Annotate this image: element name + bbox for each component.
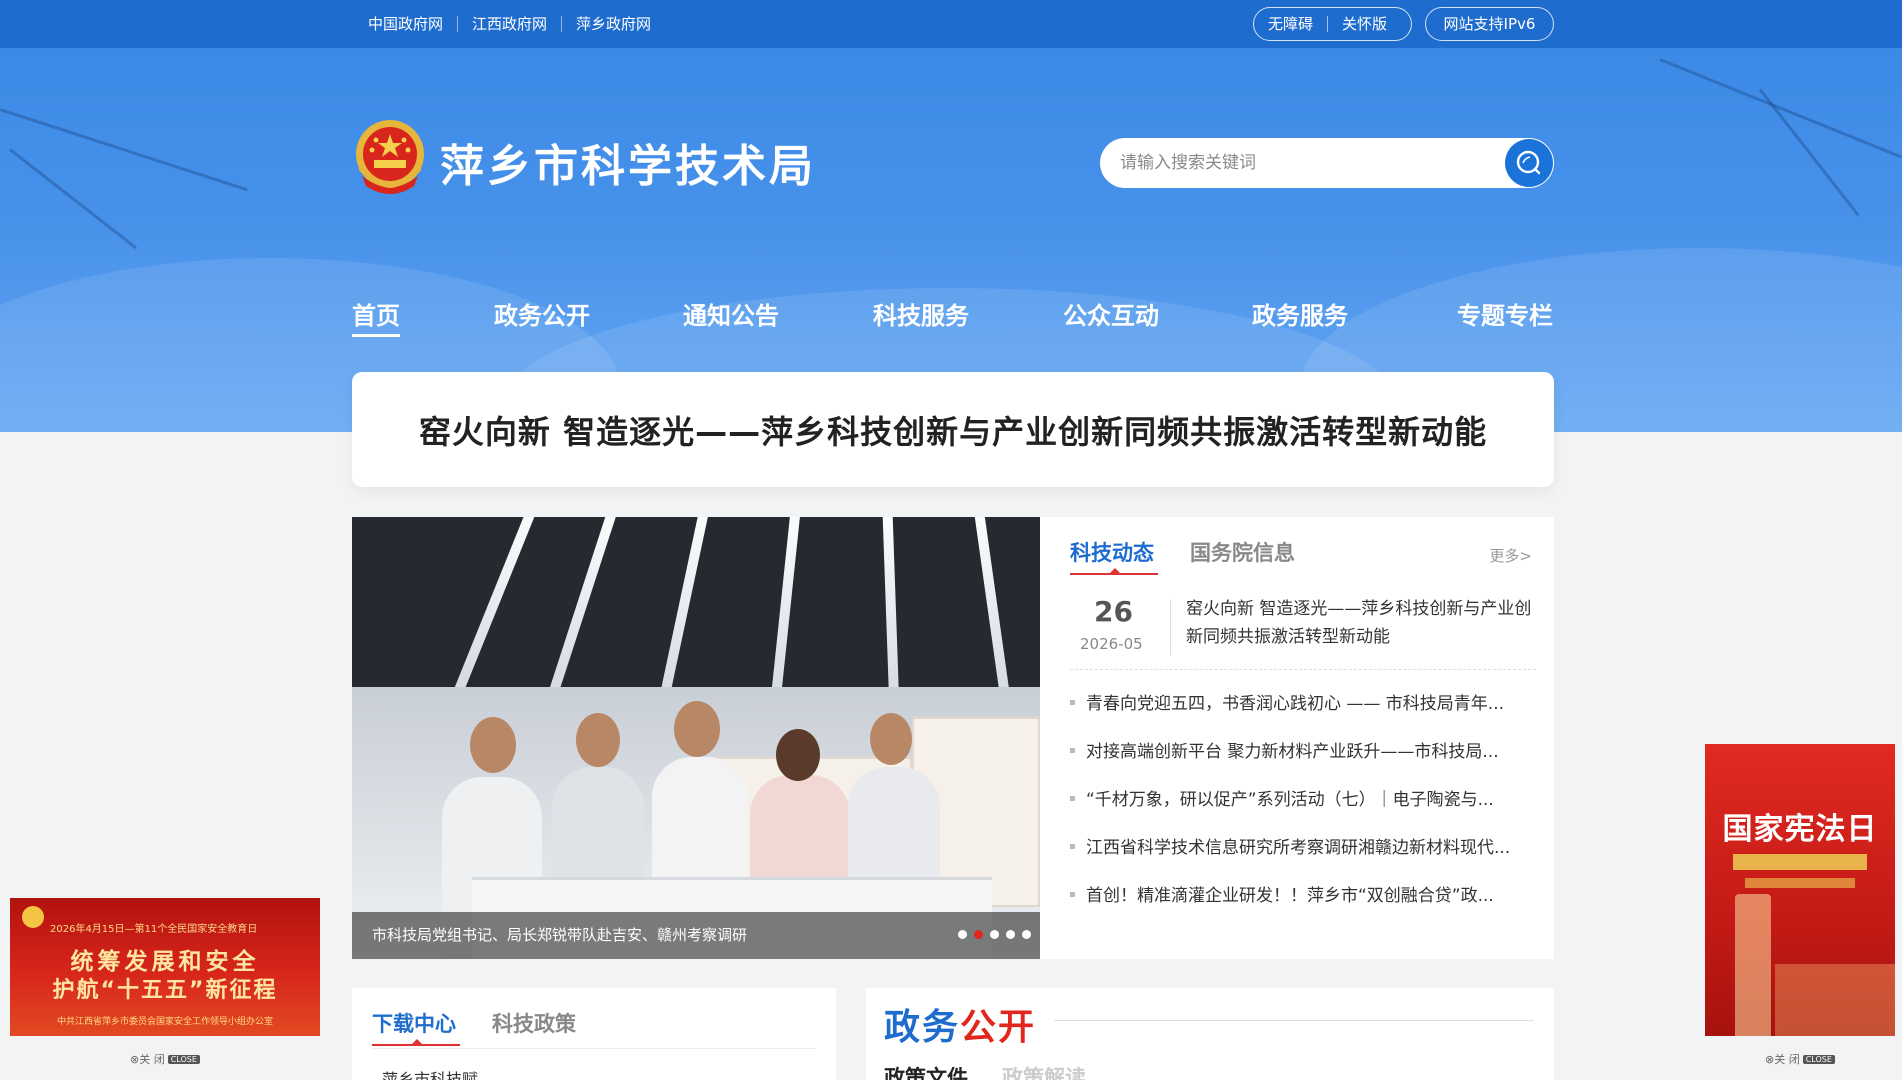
nav-notices[interactable]: 通知公告 <box>683 296 779 331</box>
news-list: 青春向党迎五四，书香润心践初心 —— 市科技局青年... 对接高端创新平台 聚力… <box>1070 689 1536 929</box>
list-item[interactable]: 青春向党迎五四，书香润心践初心 —— 市科技局青年... <box>1070 689 1536 737</box>
site-title[interactable]: 萍乡市科学技术局 <box>440 130 816 194</box>
photo-person-head <box>576 713 620 767</box>
photo-person-head <box>470 717 516 773</box>
slider-dots <box>958 930 1031 939</box>
top-news-item[interactable]: 26 2026-05 窑火向新 智造逐光——萍乡科技创新与产业创新同频共振激活转… <box>1070 595 1536 670</box>
headline-banner[interactable]: 窑火向新 智造逐光——萍乡科技创新与产业创新同频共振激活转型新动能 <box>352 372 1554 487</box>
link-pingxiang-gov[interactable]: 萍乡政府网 <box>561 16 665 32</box>
list-item[interactable]: 江西省科学技术信息研究所考察调研湘赣边新材料现代... <box>1070 833 1536 881</box>
slider-dot[interactable] <box>958 930 967 939</box>
right-ad-close-button[interactable]: ⊗关 闭 CLOSE <box>1765 1051 1835 1067</box>
divider <box>372 1048 816 1049</box>
pine-branch-decoration <box>1758 88 1860 217</box>
tab-tech-policy[interactable]: 科技政策 <box>492 1008 576 1038</box>
main-nav: 首页 政务公开 通知公告 科技服务 公众互动 政务服务 专题专栏 <box>352 296 1554 338</box>
ad-right-banner-strip <box>1745 878 1855 888</box>
news-panel: 科技动态 国务院信息 更多> 26 2026-05 窑火向新 智造逐光——萍乡科… <box>1040 517 1554 959</box>
slider-dot[interactable] <box>990 930 999 939</box>
monument-illustration <box>1735 894 1771 1036</box>
pine-branch-decoration <box>0 108 248 192</box>
tab-policy-interpretation[interactable]: 政策解读 <box>1002 1062 1086 1080</box>
search-button[interactable] <box>1505 139 1553 187</box>
photo-person-head <box>674 701 720 757</box>
list-item[interactable]: 对接高端创新平台 聚力新材料产业跃升——市科技局... <box>1070 737 1536 785</box>
ad-left-line1: 统筹发展和安全 <box>70 949 260 975</box>
search-box <box>1100 138 1554 188</box>
tiananmen-illustration <box>1775 964 1895 1036</box>
tab-state-council-info[interactable]: 国务院信息 <box>1190 537 1295 567</box>
ad-right-banner-strip <box>1733 854 1867 870</box>
gov-open-title-a: 政务 <box>884 1007 961 1048</box>
photo-person-head <box>870 713 912 765</box>
pine-branch-decoration <box>9 148 138 250</box>
care-mode-button[interactable]: 关怀版 <box>1327 16 1401 32</box>
slider-dot[interactable] <box>974 930 983 939</box>
divider <box>1054 1020 1534 1021</box>
date-divider <box>1170 599 1171 655</box>
slider-dot[interactable] <box>1006 930 1015 939</box>
list-item[interactable]: 首创！精准滴灌企业研发！！萍乡市“双创融合贷”政... <box>1070 881 1536 929</box>
nav-home[interactable]: 首页 <box>352 296 400 337</box>
top-bar: 中国政府网 江西政府网 萍乡政府网 无障碍 关怀版 网站支持IPv6 <box>0 0 1902 48</box>
close-tag: CLOSE <box>1802 1054 1835 1064</box>
gov-open-title-b: 公开 <box>960 1007 1037 1048</box>
nav-public-interaction[interactable]: 公众互动 <box>1063 296 1159 331</box>
slider-caption-bar: 市科技局党组书记、局长郑锐带队赴吉安、赣州考察调研 <box>352 912 1040 959</box>
party-emblem-icon <box>22 906 44 928</box>
close-label: ⊗关 闭 <box>1765 1053 1800 1066</box>
nav-gov-affairs-open[interactable]: 政务公开 <box>494 296 590 331</box>
news-day: 26 <box>1094 595 1133 628</box>
pine-branch-decoration <box>1659 58 1902 159</box>
close-tag: CLOSE <box>167 1054 200 1064</box>
top-links: 中国政府网 江西政府网 萍乡政府网 <box>368 0 665 48</box>
tab-underline <box>1070 573 1158 575</box>
gov-open-title[interactable]: 政务公开 <box>884 998 1036 1050</box>
list-item[interactable]: “千材万象，研以促产”系列活动（七）｜电子陶瓷与... <box>1070 785 1536 833</box>
nav-tech-services[interactable]: 科技服务 <box>873 296 969 331</box>
ad-right-title: 国家宪法日 <box>1722 812 1878 847</box>
close-label: ⊗关 闭 <box>130 1053 165 1066</box>
slider-caption[interactable]: 市科技局党组书记、局长郑锐带队赴吉安、赣州考察调研 <box>372 912 747 959</box>
tab-tech-news[interactable]: 科技动态 <box>1070 537 1154 567</box>
tab-caret-icon <box>412 1039 422 1044</box>
headline-text: 窑火向新 智造逐光——萍乡科技创新与产业创新同频共振激活转型新动能 <box>418 412 1488 451</box>
search-input[interactable] <box>1120 138 1490 188</box>
nav-special-topics[interactable]: 专题专栏 <box>1457 296 1553 331</box>
accessibility-pill: 无障碍 关怀版 <box>1253 7 1412 41</box>
ad-left-bottom-text: 中共江西省萍乡市委员会国家安全工作领导小组办公室 <box>56 1017 273 1027</box>
photo-slider[interactable]: 市科技局党组书记、局长郑锐带队赴吉安、赣州考察调研 <box>352 517 1040 959</box>
tab-caret-icon <box>1110 568 1120 573</box>
news-year-month: 2026-05 <box>1080 635 1143 653</box>
download-panel: 下载中心 科技政策 萍乡市科技赋 <box>352 988 836 1080</box>
accessibility-button[interactable]: 无障碍 <box>1254 16 1327 32</box>
slider-dot[interactable] <box>1022 930 1031 939</box>
right-floating-ad[interactable]: 国家宪法日 <box>1705 744 1895 1036</box>
download-item[interactable]: 萍乡市科技赋 <box>382 1066 478 1080</box>
link-china-gov[interactable]: 中国政府网 <box>368 16 457 32</box>
ad-left-top-text: 2026年4月15日—第11个全民国家安全教育日 <box>50 924 258 935</box>
tab-policy-documents[interactable]: 政策文件 <box>884 1062 968 1080</box>
ipv6-label: 网站支持IPv6 <box>1443 15 1536 33</box>
gov-open-panel: 政务公开 政策文件 政策解读 <box>866 988 1554 1080</box>
tab-download-center[interactable]: 下载中心 <box>372 1008 456 1038</box>
national-emblem-logo <box>356 120 424 194</box>
ipv6-badge[interactable]: 网站支持IPv6 <box>1425 7 1554 41</box>
top-news-title: 窑火向新 智造逐光——萍乡科技创新与产业创新同频共振激活转型新动能 <box>1186 599 1532 647</box>
left-floating-ad[interactable]: 2026年4月15日—第11个全民国家安全教育日 统筹发展和安全 护航“十五五”… <box>10 898 320 1036</box>
nav-gov-services[interactable]: 政务服务 <box>1252 296 1348 331</box>
photo-person-head <box>776 729 820 781</box>
left-ad-close-button[interactable]: ⊗关 闭 CLOSE <box>130 1051 200 1067</box>
tab-underline <box>372 1044 460 1046</box>
ad-left-line2: 护航“十五五”新征程 <box>52 978 278 1003</box>
search-icon <box>1516 150 1541 175</box>
link-jiangxi-gov[interactable]: 江西政府网 <box>457 16 561 32</box>
more-link[interactable]: 更多> <box>1489 545 1532 566</box>
